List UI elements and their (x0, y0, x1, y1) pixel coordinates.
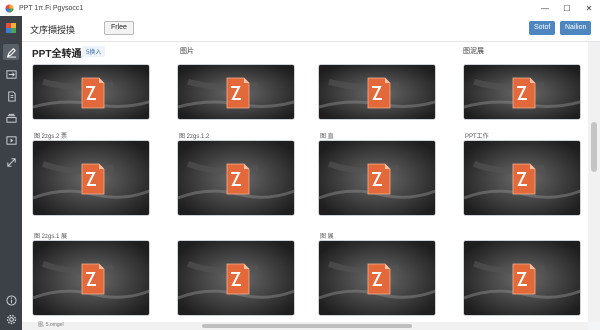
ppt-file-icon (367, 163, 391, 195)
window-title: PPT 1π.Fi Pgysocc1 (19, 4, 84, 12)
slide-thumbnail[interactable] (32, 64, 150, 120)
slide-thumbnail[interactable] (463, 64, 581, 120)
slideshow-icon[interactable] (3, 132, 19, 148)
toolbar: 文序擷授換 Frlee Sotof Nailion (22, 16, 600, 42)
logo-icon (3, 20, 19, 36)
slide-thumbnail[interactable] (32, 240, 150, 316)
title-bar: PPT 1π.Fi Pgysocc1 — ☐ ✕ (0, 0, 600, 16)
status-text: 图, 5.omgel (38, 322, 64, 328)
nailion-button[interactable]: Nailion (560, 21, 592, 35)
horizontal-scrollbar[interactable] (22, 322, 588, 330)
expand-icon[interactable] (3, 154, 19, 170)
vertical-scroll-thumb[interactable] (591, 122, 597, 172)
thumbnail-caption: 图 2zgs.1 展 (34, 234, 68, 240)
ppt-file-icon (226, 163, 250, 195)
sidebar (0, 16, 22, 330)
close-button[interactable]: ✕ (578, 0, 600, 16)
ppt-file-icon (226, 263, 250, 295)
app-logo-icon (5, 3, 14, 13)
column-header-gallery: 图泥展 (463, 48, 484, 55)
maximize-button[interactable]: ☐ (556, 0, 578, 16)
thumbnail-caption: 图 直 (320, 134, 334, 140)
column-header-images: 图片 (180, 48, 194, 55)
toolbar-title: 文序擷授換 (30, 25, 76, 35)
slide-thumbnail[interactable] (463, 140, 581, 216)
thumbnail-caption: PPT工作 (465, 134, 489, 140)
stack-icon[interactable] (3, 110, 19, 126)
vertical-scrollbar[interactable] (588, 42, 600, 322)
window-controls: — ☐ ✕ (534, 0, 600, 16)
info-icon[interactable] (3, 292, 19, 308)
minimize-button[interactable]: — (534, 0, 556, 16)
thumbnail-grid: PPT全转通 5换入 图片 图泥展 图 2zgs.2 票 图 2zgs.1.2 图 … (22, 42, 588, 322)
edit-icon[interactable] (3, 44, 19, 60)
thumbnail-caption: 图 展 (320, 234, 334, 240)
free-button[interactable]: Frlee (104, 21, 134, 35)
app-window: PPT 1π.Fi Pgysocc1 — ☐ ✕ 文序擷授換 Frlee Sot… (0, 0, 600, 330)
slide-thumbnail[interactable] (463, 240, 581, 316)
ppt-file-icon (81, 77, 105, 109)
ppt-file-icon (367, 77, 391, 109)
slide-thumbnail[interactable] (32, 140, 150, 216)
ppt-file-icon (512, 163, 536, 195)
column-header-main: PPT全转通 (32, 49, 82, 60)
horizontal-scroll-thumb[interactable] (202, 324, 412, 328)
slide-thumbnail[interactable] (177, 140, 295, 216)
slide-thumbnail[interactable] (177, 64, 295, 120)
ppt-file-icon (512, 77, 536, 109)
thumbnail-caption: 图 2zgs.2 票 (34, 134, 68, 140)
ppt-file-icon (81, 263, 105, 295)
slide-thumbnail[interactable] (318, 140, 436, 216)
ppt-file-icon (81, 163, 105, 195)
thumbnail-caption: 图 2zgs.1.2 (179, 134, 210, 140)
ppt-file-icon (226, 77, 250, 109)
document-icon[interactable] (3, 88, 19, 104)
slide-thumbnail[interactable] (318, 64, 436, 120)
slide-thumbnail[interactable] (318, 240, 436, 316)
ppt-file-icon (367, 263, 391, 295)
convert-icon[interactable] (3, 66, 19, 82)
settings-icon[interactable] (3, 311, 19, 327)
sort-button[interactable]: Sotof (529, 21, 556, 35)
ppt-file-icon (512, 263, 536, 295)
slide-thumbnail[interactable] (177, 240, 295, 316)
import-badge[interactable]: 5换入 (82, 46, 106, 57)
